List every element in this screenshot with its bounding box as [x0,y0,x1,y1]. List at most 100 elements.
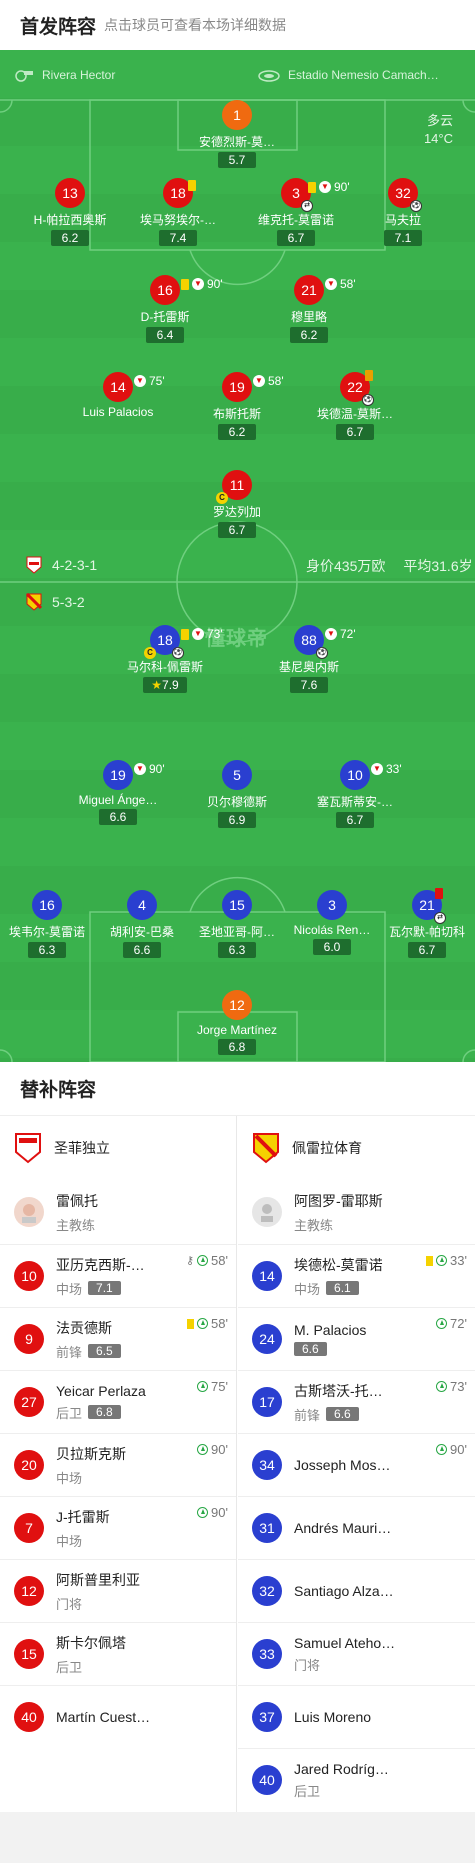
player-number: 33 [252,1639,282,1669]
player-rating: 6.5 [88,1344,121,1358]
player-number: 12 [14,1576,44,1606]
sub-player-row[interactable]: 40 Jared Rodríg… 后卫 [238,1748,475,1811]
player-rating: 6.8 [88,1405,121,1419]
sub-player-row[interactable]: 31 Andrés Mauri… [238,1496,475,1559]
away-player[interactable]: 21 ⇄ 瓦尔默-帕切科 6.7 [367,888,475,959]
home-substitutes: 圣菲独立 雷佩托 主教练 10 亚历克西斯-… 中场 7.1 ⚷ 58' 9 法贡德斯前… [0,1116,237,1812]
player-name: Luis Palacios [82,405,154,419]
player-rating: 6.2 [51,230,89,246]
away-player[interactable]: 88 ⚽ ▼ 72' 基尼奥内斯 7.6 [249,625,369,694]
home-player[interactable]: 21 ▼ 58' 穆里略 6.2 [249,275,369,344]
player-position: 中场 [56,1281,83,1297]
home-player[interactable]: 18 埃马努埃尔-… 7.4 [118,178,238,247]
player-name: 瓦尔默-帕切科 [389,925,465,939]
home-player[interactable]: 11 C 罗达列加 6.7 [177,470,297,539]
sub-player-row[interactable]: 10 亚历克西斯-… 中场 7.1 ⚷ 58' [0,1244,236,1307]
sub-player-row[interactable]: 24 M. Palacios 6.6 72' [238,1307,475,1370]
red-card-icon [435,888,443,899]
sub-off-icon: ▼ [325,628,337,640]
sub-player-row[interactable]: 40 Martín Cuest… [0,1685,236,1748]
away-team-row: 佩雷拉体育 [238,1116,475,1180]
player-number: 9 [14,1324,44,1354]
sub-player-row[interactable]: 14 埃德松-莫雷诺 中场 6.1 33' [238,1244,475,1307]
away-player[interactable]: 10 ▼ 33' 塞瓦斯蒂安-… 6.7 [295,760,415,829]
venue-name: Estadio Nemesio Camach… [288,68,439,82]
player-position: 中场 [56,1470,83,1486]
player-rating-text: 7.9 [162,678,179,692]
home-player[interactable]: 22 ⚽ 埃德温-莫斯… 6.7 [295,370,415,441]
player-events: ▼ 58' [253,374,284,388]
player-name: 基尼奥内斯 [278,660,339,674]
sub-on-icon [436,1444,448,1455]
sub-info: ⚷ 58' [186,1253,228,1268]
home-player[interactable]: 3 ⇄ ▼ 90' 维克托-莫雷诺 6.7 [236,178,356,247]
sub-player-row[interactable]: 33 Samuel Ateho… 门将 [238,1622,475,1685]
home-player[interactable]: 13 H-帕拉西奥斯 6.2 [10,178,130,247]
sub-player-row[interactable]: 20 贝拉斯克斯 中场 90' [0,1433,236,1496]
player-events: ▼ 58' [325,277,356,291]
sub-player-row[interactable]: 7 J-托雷斯 中场 90' [0,1496,236,1559]
player-name: 布斯托斯 [212,407,261,421]
home-formation-text: 4-2-3-1 [52,557,98,573]
referee-name: Rivera Hector [42,68,116,82]
player-position: 后卫 [56,1405,83,1421]
whistle-icon [15,70,33,82]
player-number-text: 19 [229,379,245,395]
player-name: 阿斯普里利亚 [56,1571,140,1588]
home-player[interactable]: 1 安德烈斯-莫… 5.7 [177,100,297,169]
sub-minute: 90' [207,277,223,291]
player-position: 中场 [294,1281,321,1297]
sub-on-icon [197,1444,209,1455]
player-number: 16 [32,890,62,920]
away-coach-row[interactable]: 阿图罗-雷耶斯 主教练 [238,1180,475,1244]
sub-player-row[interactable]: 9 法贡德斯 前锋 6.5 58' [0,1307,236,1370]
home-player[interactable]: 14 ▼ 75' Luis Palacios [58,372,178,419]
home-team-row: 圣菲独立 [0,1116,236,1180]
sub-player-row[interactable]: 27 Yeicar Perlaza 后卫 6.8 75' [0,1370,236,1433]
player-name: Santiago Alza… [294,1583,394,1599]
sub-minute: 90' [211,1505,228,1520]
away-player[interactable]: 18 C ⚽ ▼ 73' 马尔科-佩雷斯 ★7.9 [105,625,225,694]
home-team-badge-icon [15,1133,41,1164]
player-number-text: 32 [395,185,411,201]
sub-info: 72' [436,1316,467,1331]
sub-player-row[interactable]: 32 Santiago Alza… [238,1559,475,1622]
sub-player-row[interactable]: 37 Luis Moreno [238,1685,475,1748]
sub-player-row[interactable]: 12 阿斯普里利亚 门将 [0,1559,236,1622]
player-name: 贝尔穆德斯 [206,795,267,809]
home-player[interactable]: 16 ▼ 90' D-托雷斯 6.4 [105,275,225,344]
yellow-card-icon [181,278,189,290]
home-player[interactable]: 19 ▼ 58' 布斯托斯 6.2 [177,372,297,441]
home-coach-row[interactable]: 雷佩托 主教练 [0,1180,236,1244]
player-rating: 6.7 [336,424,374,440]
player-number: 21 [294,275,324,305]
player-number-text: 88 [301,632,317,648]
player-number: 19 [103,760,133,790]
player-number: 16 [150,275,180,305]
player-rating: 6.7 [218,522,256,538]
player-position: 门将 [294,1657,321,1673]
captain-badge: C [216,492,228,504]
player-position: 后卫 [294,1783,321,1799]
player-name: 法贡德斯 [56,1319,112,1336]
player-events: ▼ 73' [181,627,223,641]
substitution-icon: ⇄ [434,912,446,924]
sub-player-row[interactable]: 17 古斯塔沃-托… 前锋 6.6 73' [238,1370,475,1433]
away-player[interactable]: 5 贝尔穆德斯 6.9 [177,760,297,829]
away-player[interactable]: 19 ▼ 90' Miguel Ánge… 6.6 [58,760,178,826]
home-player[interactable]: 32 ⚽ 马夫拉 7.1 [343,178,463,247]
player-name: 马夫拉 [384,213,421,227]
away-player[interactable]: 12 Jorge Martínez 6.8 [177,990,297,1056]
yellow-card-icon [187,1318,195,1329]
sub-player-row[interactable]: 15 斯卡尔佩塔 后卫 [0,1622,236,1685]
sub-player-row[interactable]: 34 Josseph Mos… 90' [238,1433,475,1496]
player-name: M. Palacios [294,1322,367,1338]
player-number: 12 [222,990,252,1020]
coach-name: 雷佩托 [56,1192,98,1209]
player-number: 32 ⚽ [388,178,422,212]
goal-ball-icon: ⚽ [172,647,184,659]
sub-minute: 58' [211,1253,228,1268]
player-rating: 6.0 [313,939,351,955]
player-name: H-帕拉西奥斯 [33,213,107,227]
player-name: 维克托-莫雷诺 [258,213,334,227]
